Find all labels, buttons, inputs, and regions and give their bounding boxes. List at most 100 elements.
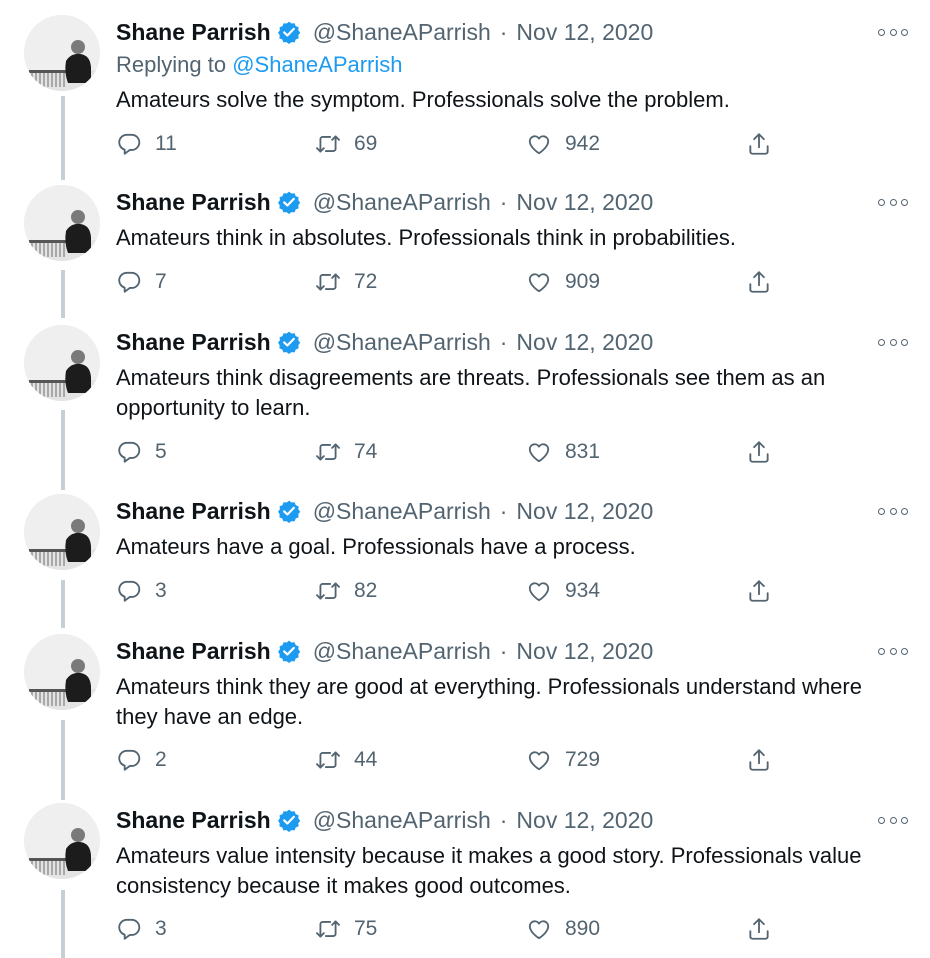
like-count: 831 [565,440,601,463]
avatar[interactable] [24,803,100,879]
avatar[interactable] [24,325,100,401]
retweet-button[interactable]: 44 [315,743,377,777]
tweet-date[interactable]: Nov 12, 2020 [516,498,653,525]
tweet-date[interactable]: Nov 12, 2020 [516,19,653,46]
replying-to-handle[interactable]: @ShaneAParrish [232,52,402,77]
share-button[interactable] [746,912,772,946]
retweet-count: 82 [354,579,378,602]
avatar[interactable] [24,634,100,710]
verified-badge-icon [277,330,301,354]
retweet-arrows-icon [316,920,340,938]
reply-count: 2 [155,748,167,771]
like-button[interactable]: 831 [526,435,600,469]
heart-icon [528,135,550,155]
share-button[interactable] [746,265,772,299]
more-options-icon[interactable] [878,809,908,831]
tweet[interactable]: Shane Parrish @ShaneAParrish · Nov 12, 2… [0,15,930,180]
tweet-date[interactable]: Nov 12, 2020 [516,189,653,216]
avatar[interactable] [24,15,100,91]
verified-badge-icon [277,639,301,663]
verified-badge-icon [277,499,301,523]
verified-badge-icon [277,190,301,214]
avatar[interactable] [24,494,100,570]
more-options-icon[interactable] [878,500,908,522]
avatar[interactable] [24,185,100,261]
verified-badge-icon [277,20,301,44]
reply-button[interactable]: 11 [116,127,177,161]
author-handle[interactable]: @ShaneAParrish [313,329,491,356]
like-count: 934 [565,579,601,602]
tweet-text: Amateurs think in absolutes. Professiona… [116,225,736,250]
author-name[interactable]: Shane Parrish [116,189,271,216]
tweet-text: Amateurs value intensity because it make… [116,843,862,898]
retweet-button[interactable]: 72 [315,265,377,299]
heart-icon [528,582,550,602]
more-options-icon[interactable] [878,331,908,353]
share-upload-icon [749,271,769,293]
separator-dot: · [499,328,508,355]
like-button[interactable]: 890 [526,912,600,946]
retweet-count: 69 [354,132,378,155]
share-upload-icon [749,580,769,602]
more-options-icon[interactable] [878,191,908,213]
like-button[interactable]: 942 [526,127,600,161]
tweet[interactable]: Shane Parrish @ShaneAParrish · Nov 12, 2… [0,803,930,958]
reply-button[interactable]: 3 [116,574,167,608]
retweet-arrows-icon [316,135,340,153]
retweet-arrows-icon [316,751,340,769]
author-name[interactable]: Shane Parrish [116,498,271,525]
share-button[interactable] [746,743,772,777]
tweet[interactable]: Shane Parrish @ShaneAParrish · Nov 12, 2… [0,494,930,627]
author-name[interactable]: Shane Parrish [116,329,271,356]
share-button[interactable] [746,127,772,161]
retweet-button[interactable]: 69 [315,127,377,161]
retweet-arrows-icon [316,443,340,461]
author-name[interactable]: Shane Parrish [116,638,271,665]
separator-dot: · [499,806,508,833]
retweet-count: 74 [354,440,378,463]
share-upload-icon [749,133,769,155]
author-handle[interactable]: @ShaneAParrish [313,807,491,834]
like-button[interactable]: 729 [526,743,600,777]
author-handle[interactable]: @ShaneAParrish [313,498,491,525]
author-handle[interactable]: @ShaneAParrish [313,189,491,216]
tweet[interactable]: Shane Parrish @ShaneAParrish · Nov 12, 2… [0,185,930,318]
share-upload-icon [749,749,769,771]
tweet-date[interactable]: Nov 12, 2020 [516,807,653,834]
share-upload-icon [749,441,769,463]
tweet-actions: 5 74 831 [116,435,796,469]
tweet-actions: 2 44 729 [116,743,796,777]
tweet-text: Amateurs have a goal. Professionals have… [116,534,636,559]
reply-count: 3 [155,917,167,940]
reply-bubble-icon [118,441,141,463]
like-button[interactable]: 909 [526,265,600,299]
share-button[interactable] [746,574,772,608]
tweet-date[interactable]: Nov 12, 2020 [516,329,653,356]
like-button[interactable]: 934 [526,574,600,608]
share-button[interactable] [746,435,772,469]
tweet[interactable]: Shane Parrish @ShaneAParrish · Nov 12, 2… [0,325,930,490]
author-name[interactable]: Shane Parrish [116,807,271,834]
reply-button[interactable]: 3 [116,912,167,946]
separator-dot: · [499,188,508,215]
reply-count: 5 [155,440,167,463]
retweet-count: 72 [354,270,378,293]
retweet-button[interactable]: 75 [315,912,377,946]
tweet-date[interactable]: Nov 12, 2020 [516,638,653,665]
retweet-arrows-icon [316,273,340,291]
retweet-button[interactable]: 74 [315,435,377,469]
author-name[interactable]: Shane Parrish [116,19,271,46]
reply-button[interactable]: 2 [116,743,167,777]
tweet[interactable]: Shane Parrish @ShaneAParrish · Nov 12, 2… [0,634,930,799]
author-handle[interactable]: @ShaneAParrish [313,638,491,665]
tweet-header: Shane Parrish @ShaneAParrish · Nov 12, 2… [116,494,653,528]
reply-button[interactable]: 7 [116,265,167,299]
more-options-icon[interactable] [878,21,908,43]
tweet-text: Amateurs think they are good at everythi… [116,674,862,729]
author-handle[interactable]: @ShaneAParrish [313,19,491,46]
retweet-button[interactable]: 82 [315,574,377,608]
reply-button[interactable]: 5 [116,435,167,469]
reply-bubble-icon [118,133,141,155]
more-options-icon[interactable] [878,640,908,662]
separator-dot: · [499,18,508,45]
